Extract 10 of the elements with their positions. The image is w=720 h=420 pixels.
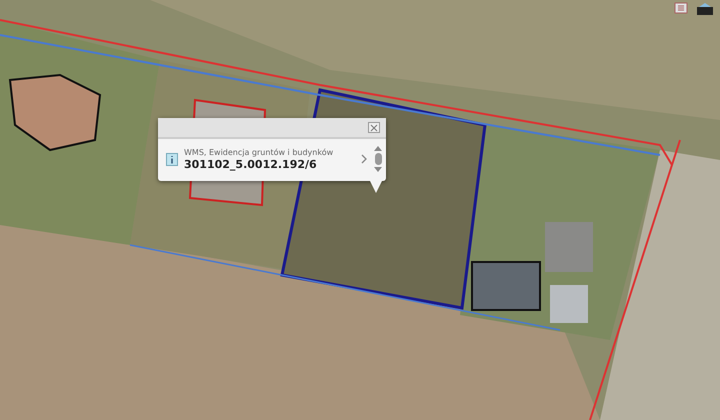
close-button[interactable] <box>368 122 380 133</box>
scroll-thumb-icon[interactable] <box>374 153 382 165</box>
info-icon <box>166 152 178 166</box>
layer-name: WMS, Ewidencja gruntów i budynków <box>184 148 334 156</box>
document-icon[interactable] <box>674 2 688 14</box>
chevron-right-icon[interactable] <box>360 154 368 164</box>
scroll-down-icon[interactable] <box>374 167 382 173</box>
layers-icon[interactable] <box>696 2 714 16</box>
parcel-id: 301102_5.0012.192/6 <box>184 158 318 170</box>
scroll-up-icon[interactable] <box>374 145 382 151</box>
